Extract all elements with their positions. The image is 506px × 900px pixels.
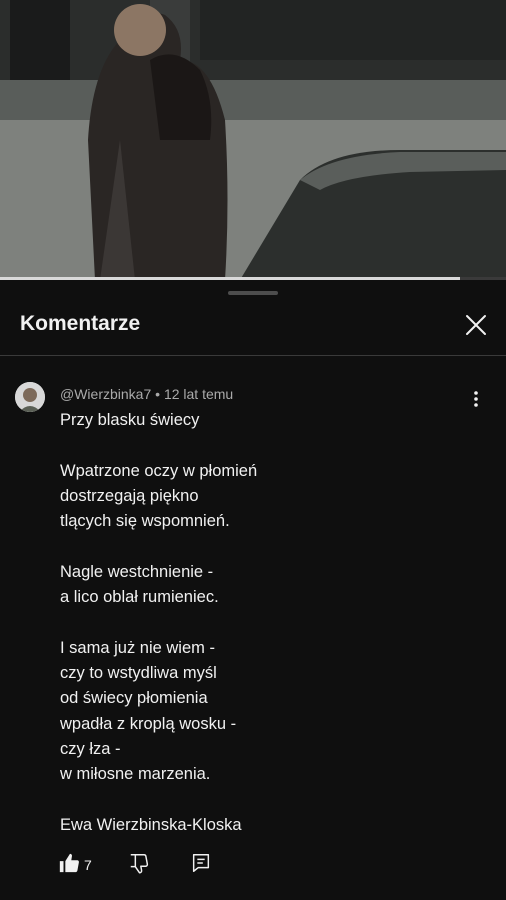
close-button[interactable] [462,311,490,339]
more-vert-icon [474,391,478,407]
thumb-down-icon [130,854,149,874]
reply-icon [192,854,210,872]
comment-meta: @Wierzbinka7 • 12 lat temu [60,386,233,402]
like-count: 7 [84,857,92,873]
thumb-up-icon [59,853,79,873]
more-options-button[interactable] [466,388,486,410]
divider [0,355,506,356]
reply-button[interactable] [190,852,212,879]
video-player[interactable] [0,0,506,280]
comment-text: Przy blasku świecy Wpatrzone oczy w płom… [60,411,258,834]
avatar-image [15,382,45,412]
dislike-button[interactable] [128,852,150,879]
video-frame [0,0,506,280]
sheet-title: Komentarze [20,312,141,335]
drag-handle[interactable] [228,291,278,295]
like-button[interactable]: 7 [58,852,92,879]
comment-time: 12 lat temu [163,386,234,402]
close-icon [466,315,486,335]
comments-sheet: Komentarze @Wierzbinka7 • 12 lat temu Pr… [0,280,506,900]
comment-author[interactable]: @Wierzbinka7 [60,386,151,402]
avatar[interactable] [15,382,45,412]
meta-separator: • [151,386,164,402]
